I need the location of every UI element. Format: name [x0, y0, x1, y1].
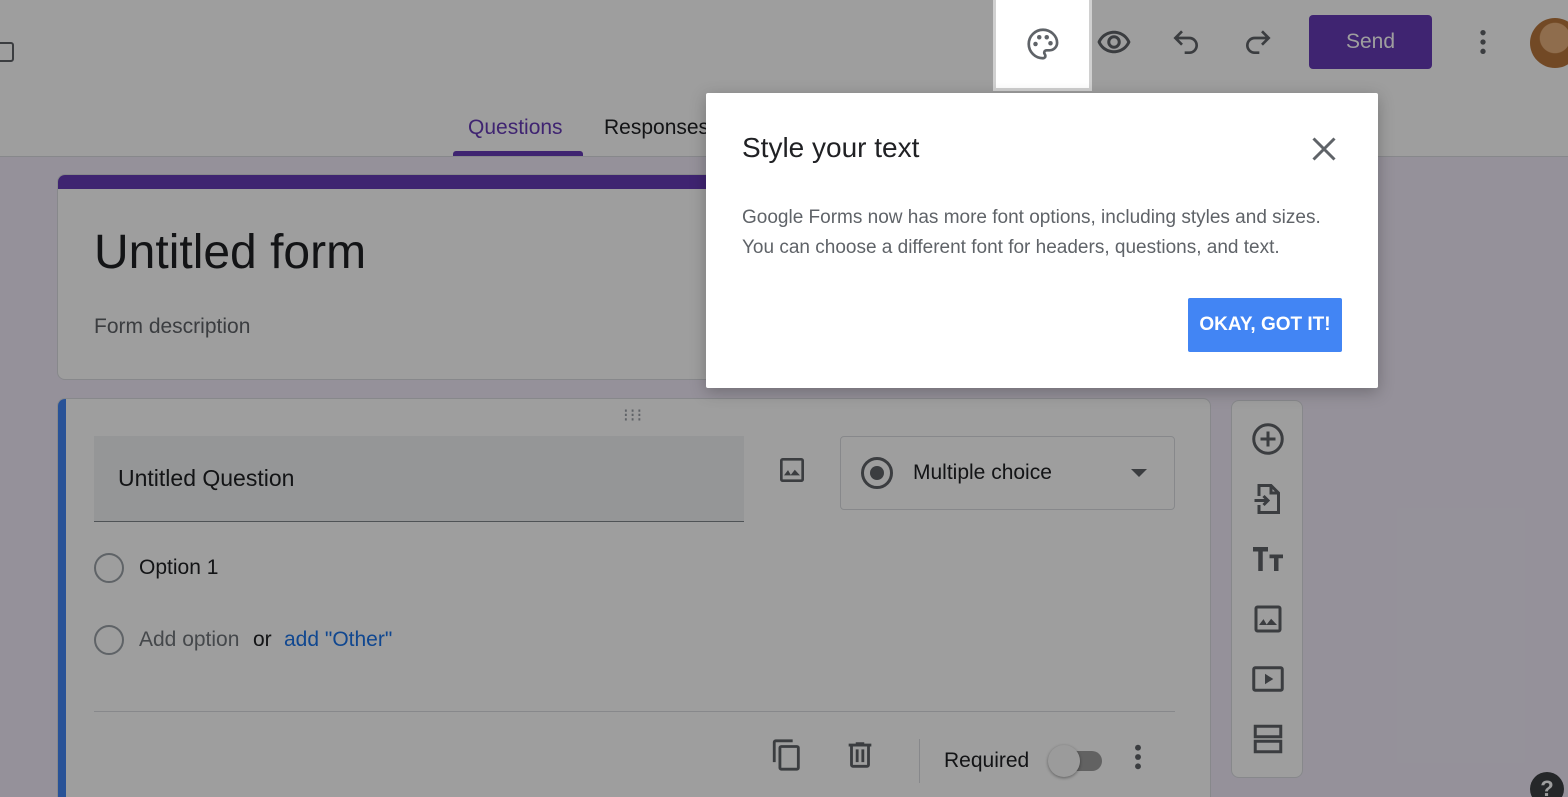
dialog-body: Google Forms now has more font options, … — [742, 203, 1352, 263]
dialog-close-button[interactable] — [1306, 131, 1342, 167]
dialog-ok-button[interactable]: OKAY, GOT IT! — [1188, 298, 1342, 352]
style-text-dialog: Style your text Google Forms now has mor… — [706, 93, 1378, 388]
dialog-body-line-1: Google Forms now has more font options, … — [742, 207, 1321, 228]
dialog-title: Style your text — [742, 132, 920, 163]
close-icon — [1312, 137, 1336, 161]
customize-theme-button[interactable] — [993, 0, 1092, 91]
dialog-body-line-2: You can choose a different font for head… — [742, 237, 1280, 258]
palette-icon — [1026, 28, 1058, 60]
